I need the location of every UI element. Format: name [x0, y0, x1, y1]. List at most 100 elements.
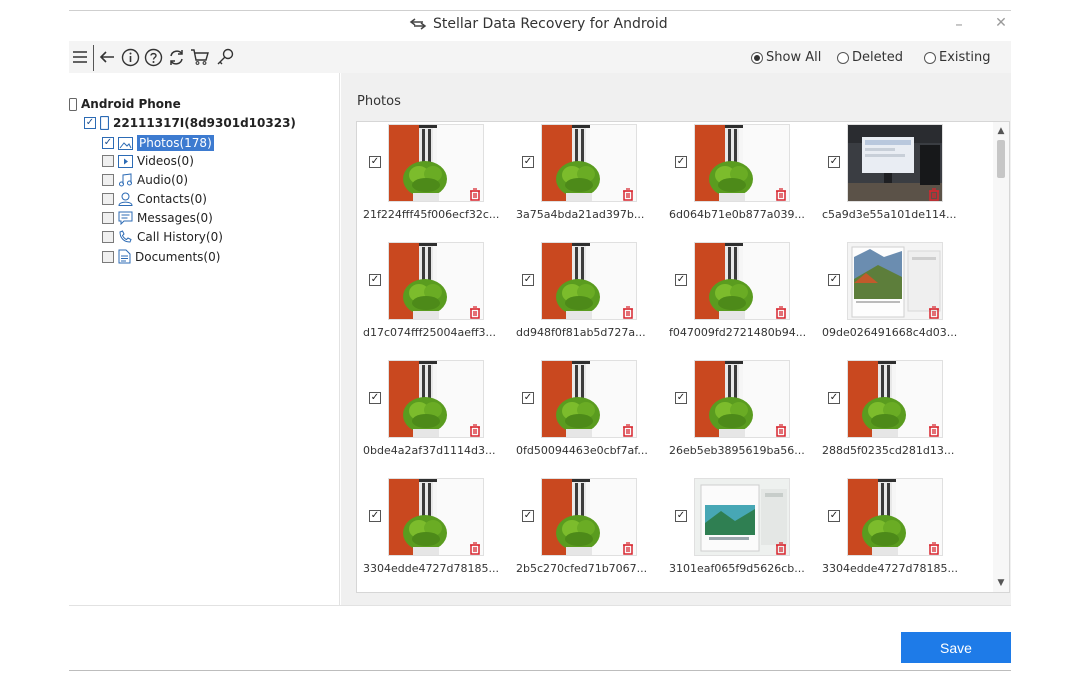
- filter-deleted[interactable]: Deleted: [837, 50, 903, 65]
- contacts-checkbox[interactable]: [102, 193, 114, 205]
- photo-checkbox[interactable]: ✓: [675, 274, 687, 286]
- tree-item-photos[interactable]: ✓ Photos(178): [102, 135, 214, 151]
- photo-filename: 3304edde4727d78185...: [363, 562, 499, 575]
- document-icon: [118, 249, 131, 264]
- save-button[interactable]: Save: [901, 632, 1011, 663]
- photo-item[interactable]: ✓ 21f224fff45f006ecf32c...: [363, 124, 503, 234]
- cart-icon[interactable]: [189, 46, 211, 68]
- documents-checkbox[interactable]: [102, 250, 114, 263]
- tree-item-documents[interactable]: Documents(0): [102, 249, 220, 264]
- phone-icon: [100, 116, 109, 130]
- window-bottom-border: [69, 670, 1011, 671]
- photo-checkbox[interactable]: ✓: [369, 510, 381, 522]
- photo-checkbox[interactable]: ✓: [675, 156, 687, 168]
- photo-checkbox[interactable]: ✓: [828, 510, 840, 522]
- photo-checkbox[interactable]: ✓: [369, 156, 381, 168]
- minimize-button[interactable]: –: [949, 15, 969, 33]
- photo-filename: 0bde4a2af37d1114d3...: [363, 444, 496, 457]
- photo-item[interactable]: ✓ 0fd50094463e0cbf7af...: [516, 360, 656, 470]
- photo-checkbox[interactable]: ✓: [828, 274, 840, 286]
- footer-bar: Save: [69, 605, 1011, 670]
- trash-icon: [469, 540, 481, 555]
- photo-icon: [118, 136, 133, 150]
- messages-checkbox[interactable]: [102, 212, 114, 224]
- tree-root[interactable]: Android Phone: [69, 97, 181, 111]
- photo-checkbox[interactable]: ✓: [522, 510, 534, 522]
- tree-item-audio-label: Audio(0): [137, 173, 189, 187]
- photo-checkbox[interactable]: ✓: [522, 392, 534, 404]
- refresh-icon[interactable]: [165, 46, 187, 68]
- call-history-checkbox[interactable]: [102, 231, 114, 243]
- filter-existing-label: Existing: [939, 50, 991, 65]
- stellar-logo-icon: [409, 17, 427, 31]
- tree-device-label: 22111317I(8d9301d10323): [113, 116, 296, 130]
- audio-icon: [119, 173, 132, 187]
- photo-checkbox[interactable]: ✓: [675, 392, 687, 404]
- photo-item[interactable]: ✓ 0bde4a2af37d1114d3...: [363, 360, 503, 470]
- trash-icon: [928, 186, 940, 201]
- tree-item-call-history-label: Call History(0): [137, 230, 223, 244]
- photo-item[interactable]: ✓ c5a9d3e55a101de114...: [822, 124, 962, 234]
- photo-item[interactable]: ✓ 26eb5eb3895619ba56...: [669, 360, 809, 470]
- trash-icon: [622, 422, 634, 437]
- photo-checkbox[interactable]: ✓: [828, 156, 840, 168]
- photo-filename: d17c074fff25004aeff3...: [363, 326, 497, 339]
- photo-item[interactable]: ✓ 3a75a4bda21ad397b...: [516, 124, 656, 234]
- photo-filename: c5a9d3e55a101de114...: [822, 208, 957, 221]
- photo-checkbox[interactable]: ✓: [828, 392, 840, 404]
- photo-item[interactable]: ✓ d17c074fff25004aeff3...: [363, 242, 503, 352]
- tree-item-videos[interactable]: Videos(0): [102, 154, 194, 168]
- tree-item-messages[interactable]: Messages(0): [102, 211, 213, 225]
- trash-icon: [469, 304, 481, 319]
- radio-show-all[interactable]: [751, 51, 763, 64]
- photo-checkbox[interactable]: ✓: [369, 392, 381, 404]
- photo-checkbox[interactable]: ✓: [522, 156, 534, 168]
- filter-show-all[interactable]: Show All: [751, 50, 821, 65]
- content-panel: Photos ✓ 21f224fff45f006ecf32c... ✓ 3a75a4b…: [341, 73, 1011, 605]
- photo-item[interactable]: ✓ 3304edde4727d78185...: [363, 478, 503, 588]
- trash-icon: [622, 304, 634, 319]
- device-checkbox[interactable]: ✓: [84, 117, 96, 129]
- filter-deleted-label: Deleted: [852, 50, 903, 65]
- tree-item-contacts[interactable]: Contacts(0): [102, 192, 207, 206]
- menu-icon[interactable]: [69, 46, 91, 68]
- close-button[interactable]: ✕: [991, 15, 1011, 31]
- tree-item-audio[interactable]: Audio(0): [102, 173, 188, 187]
- photos-checkbox[interactable]: ✓: [102, 137, 114, 149]
- photo-filename: 09de026491668c4d03...: [822, 326, 958, 339]
- audio-checkbox[interactable]: [102, 174, 114, 186]
- info-icon[interactable]: [119, 46, 141, 68]
- tree-item-contacts-label: Contacts(0): [137, 192, 207, 206]
- photo-item[interactable]: ✓ 2b5c270cfed71b7067...: [516, 478, 656, 588]
- vertical-scrollbar[interactable]: ▲ ▼: [993, 122, 1009, 592]
- help-icon[interactable]: [142, 46, 164, 68]
- scroll-up-icon[interactable]: ▲: [993, 124, 1009, 138]
- photo-item[interactable]: ✓ 3304edde4727d78185...: [822, 478, 962, 588]
- trash-icon: [469, 186, 481, 201]
- trash-icon: [775, 186, 787, 201]
- photo-filename: 3a75a4bda21ad397b...: [516, 208, 645, 221]
- key-icon[interactable]: [214, 46, 236, 68]
- photo-checkbox[interactable]: ✓: [675, 510, 687, 522]
- scroll-down-icon[interactable]: ▼: [993, 576, 1009, 590]
- photo-checkbox[interactable]: ✓: [522, 274, 534, 286]
- back-icon[interactable]: [96, 46, 118, 68]
- photo-item[interactable]: ✓ f047009fd2721480b94...: [669, 242, 809, 352]
- trash-icon: [775, 540, 787, 555]
- photo-checkbox[interactable]: ✓: [369, 274, 381, 286]
- photo-item[interactable]: ✓ 3101eaf065f9d5626cb...: [669, 478, 809, 588]
- tree-item-call-history[interactable]: Call History(0): [102, 230, 223, 244]
- tree-item-videos-label: Videos(0): [137, 154, 194, 168]
- scrollbar-thumb[interactable]: [997, 140, 1005, 178]
- photo-item[interactable]: ✓ 09de026491668c4d03...: [822, 242, 962, 352]
- videos-checkbox[interactable]: [102, 155, 114, 167]
- radio-existing[interactable]: [924, 51, 936, 64]
- radio-deleted[interactable]: [837, 51, 849, 64]
- photo-filename: f047009fd2721480b94...: [669, 326, 807, 339]
- tree-device[interactable]: ✓ 22111317I(8d9301d10323): [84, 116, 296, 130]
- photo-item[interactable]: ✓ 288d5f0235cd281d13...: [822, 360, 962, 470]
- filter-existing[interactable]: Existing: [924, 50, 991, 65]
- photo-item[interactable]: ✓ 6d064b71e0b877a039...: [669, 124, 809, 234]
- photo-item[interactable]: ✓ dd948f0f81ab5d727a...: [516, 242, 656, 352]
- photo-filename: 0fd50094463e0cbf7af...: [516, 444, 648, 457]
